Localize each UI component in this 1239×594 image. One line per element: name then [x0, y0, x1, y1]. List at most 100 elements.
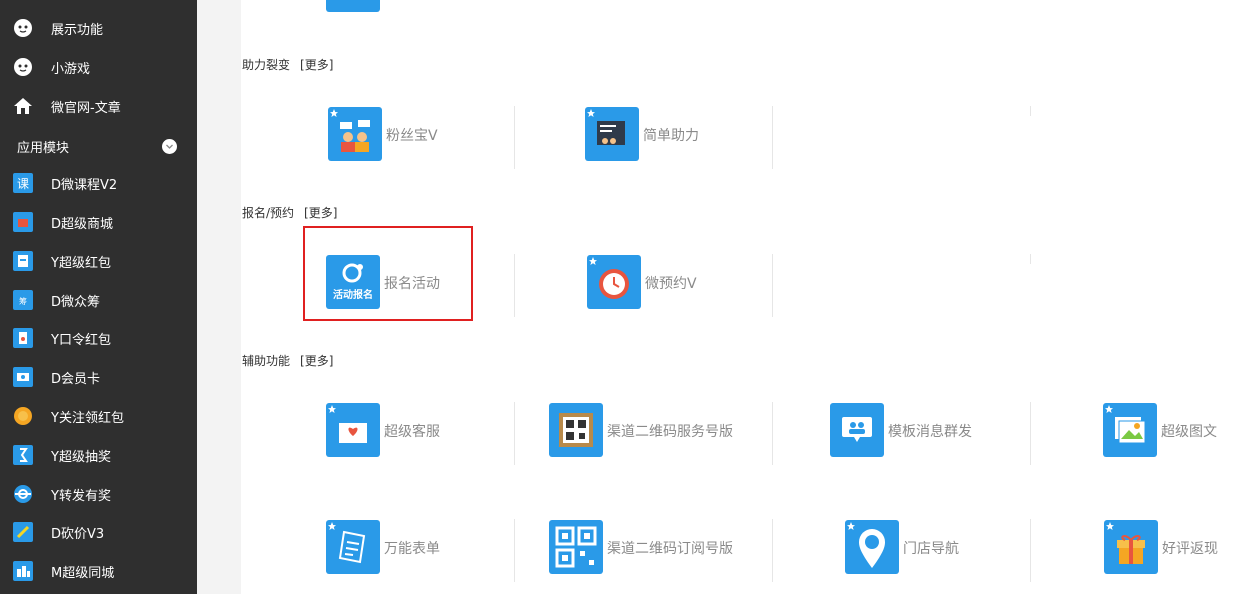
- app-channel-qr-service[interactable]: 渠道二维码服务号版: [549, 403, 749, 463]
- mall-icon: [13, 212, 33, 232]
- city-icon: [13, 561, 33, 581]
- sidebar: 展示功能 小游戏 微官网-文章 应用模块 课 D微课程V2 D超级商城 Y超级红…: [0, 0, 197, 594]
- picture-icon: [1103, 403, 1157, 457]
- crowdfund-icon: 筹: [13, 290, 33, 310]
- sidebar-section-modules[interactable]: 应用模块: [0, 127, 197, 165]
- sidebar-module-lottery[interactable]: Y超级抽奖: [0, 436, 197, 474]
- app-label: 模板消息群发: [888, 424, 972, 440]
- sidebar-item-display[interactable]: 展示功能: [0, 9, 197, 47]
- app-label: 好评返现: [1162, 541, 1218, 557]
- bargain-icon: [13, 522, 33, 542]
- sidebar-module-city[interactable]: M超级同城: [0, 552, 197, 590]
- sidebar-module-mall[interactable]: D超级商城: [0, 203, 197, 241]
- simple-help-icon: [585, 107, 639, 161]
- sidebar-item-label: D微课程V2: [51, 178, 118, 193]
- member-card-icon: [13, 367, 33, 387]
- divider: [772, 106, 773, 169]
- divider: [772, 519, 773, 582]
- fans-icon: [328, 107, 382, 161]
- divider: [514, 402, 515, 465]
- selection-highlight: [303, 226, 473, 321]
- group-title-fission: 助力裂变 [更多]: [242, 58, 334, 72]
- app-template-msg[interactable]: 模板消息群发: [830, 403, 1000, 463]
- sidebar-item-label: Y超级抽奖: [51, 450, 111, 465]
- sidebar-item-label: 微官网-文章: [51, 101, 121, 116]
- sidebar-item-games[interactable]: 小游戏: [0, 48, 197, 86]
- app-simple-help[interactable]: 简单助力: [585, 107, 735, 167]
- divider: [514, 254, 515, 317]
- app-micro-booking[interactable]: 微预约V: [587, 255, 737, 315]
- more-link[interactable]: [更多]: [304, 206, 337, 220]
- sidebar-item-label: D微众筹: [51, 295, 101, 310]
- app-label: 门店导航: [903, 541, 959, 557]
- sidebar-module-password-redpacket[interactable]: Y口令红包: [0, 319, 197, 357]
- lottery-icon: [13, 445, 33, 465]
- app-label: 超级图文: [1161, 424, 1217, 440]
- chevron-down-icon[interactable]: [162, 139, 177, 154]
- sidebar-item-label: Y口令红包: [51, 333, 111, 348]
- app-label: 渠道二维码服务号版: [607, 424, 733, 440]
- sidebar-module-crowdfund[interactable]: 筹 D微众筹: [0, 281, 197, 319]
- divider: [772, 402, 773, 465]
- app-super-service[interactable]: 超级客服: [326, 403, 476, 463]
- more-link[interactable]: [更多]: [300, 58, 333, 72]
- svg-text:课: 课: [17, 177, 29, 191]
- divider: [514, 106, 515, 169]
- more-link[interactable]: [更多]: [300, 354, 333, 368]
- sidebar-item-label: Y转发有奖: [51, 489, 111, 504]
- map-pin-icon: [845, 520, 899, 574]
- group-title-signup: 报名/预约 [更多]: [242, 206, 338, 220]
- sidebar-module-member-card[interactable]: D会员卡: [0, 358, 197, 396]
- sidebar-module-bargain[interactable]: D砍价V3: [0, 513, 197, 551]
- sidebar-item-label: D超级商城: [51, 217, 114, 232]
- app-label: 简单助力: [643, 128, 699, 144]
- follow-redpacket-icon: [14, 407, 32, 425]
- circle-face-icon: [14, 19, 32, 37]
- content-gutter: [197, 0, 241, 594]
- sidebar-item-label: Y关注领红包: [51, 411, 124, 426]
- group-title-aux: 辅助功能 [更多]: [242, 354, 334, 368]
- divider: [772, 254, 773, 317]
- divider: [1030, 254, 1031, 264]
- divider: [1030, 402, 1031, 465]
- form-icon: [326, 520, 380, 574]
- sidebar-item-label: 小游戏: [51, 62, 91, 77]
- sidebar-item-label: D会员卡: [51, 372, 101, 387]
- app-store-navigation[interactable]: 门店导航: [845, 520, 995, 580]
- app-universal-form[interactable]: 万能表单: [326, 520, 476, 580]
- app-channel-qr-subscription[interactable]: 渠道二维码订阅号版: [549, 520, 749, 580]
- heart-mail-icon: [326, 403, 380, 457]
- redpacket-icon: [13, 251, 33, 271]
- password-redpacket-icon: [13, 328, 33, 348]
- partial-app-icon[interactable]: [326, 0, 380, 12]
- app-label: 万能表单: [384, 541, 440, 557]
- divider: [1030, 106, 1031, 116]
- sidebar-item-microsite[interactable]: 微官网-文章: [0, 87, 197, 125]
- gift-icon: [1104, 520, 1158, 574]
- divider: [514, 519, 515, 582]
- alarm-clock-icon: [587, 255, 641, 309]
- divider: [1030, 519, 1031, 582]
- qr-code-icon: [549, 403, 603, 457]
- share-reward-icon: [14, 485, 32, 503]
- course-icon: 课: [13, 173, 33, 193]
- sidebar-module-share-reward[interactable]: Y转发有奖: [0, 475, 197, 513]
- qr-code-icon: [549, 520, 603, 574]
- sidebar-module-redpacket[interactable]: Y超级红包: [0, 242, 197, 280]
- section-label: 应用模块: [17, 141, 70, 156]
- sidebar-item-label: D砍价V3: [51, 527, 105, 542]
- sidebar-item-label: M超级同城: [51, 566, 115, 581]
- app-label: 微预约V: [645, 276, 697, 292]
- svg-text:筹: 筹: [19, 296, 27, 306]
- sidebar-item-label: 展示功能: [51, 23, 104, 38]
- sidebar-module-course[interactable]: 课 D微课程V2: [0, 164, 197, 202]
- chat-group-icon: [830, 403, 884, 457]
- sidebar-module-follow-redpacket[interactable]: Y关注领红包: [0, 397, 197, 435]
- circle-face-icon: [14, 58, 32, 76]
- app-super-article[interactable]: 超级图文: [1103, 403, 1233, 463]
- home-icon: [14, 98, 32, 114]
- app-fans-bao[interactable]: 粉丝宝V: [328, 107, 478, 167]
- app-label: 渠道二维码订阅号版: [607, 541, 733, 557]
- app-label: 超级客服: [384, 424, 440, 440]
- app-review-cashback[interactable]: 好评返现: [1104, 520, 1234, 580]
